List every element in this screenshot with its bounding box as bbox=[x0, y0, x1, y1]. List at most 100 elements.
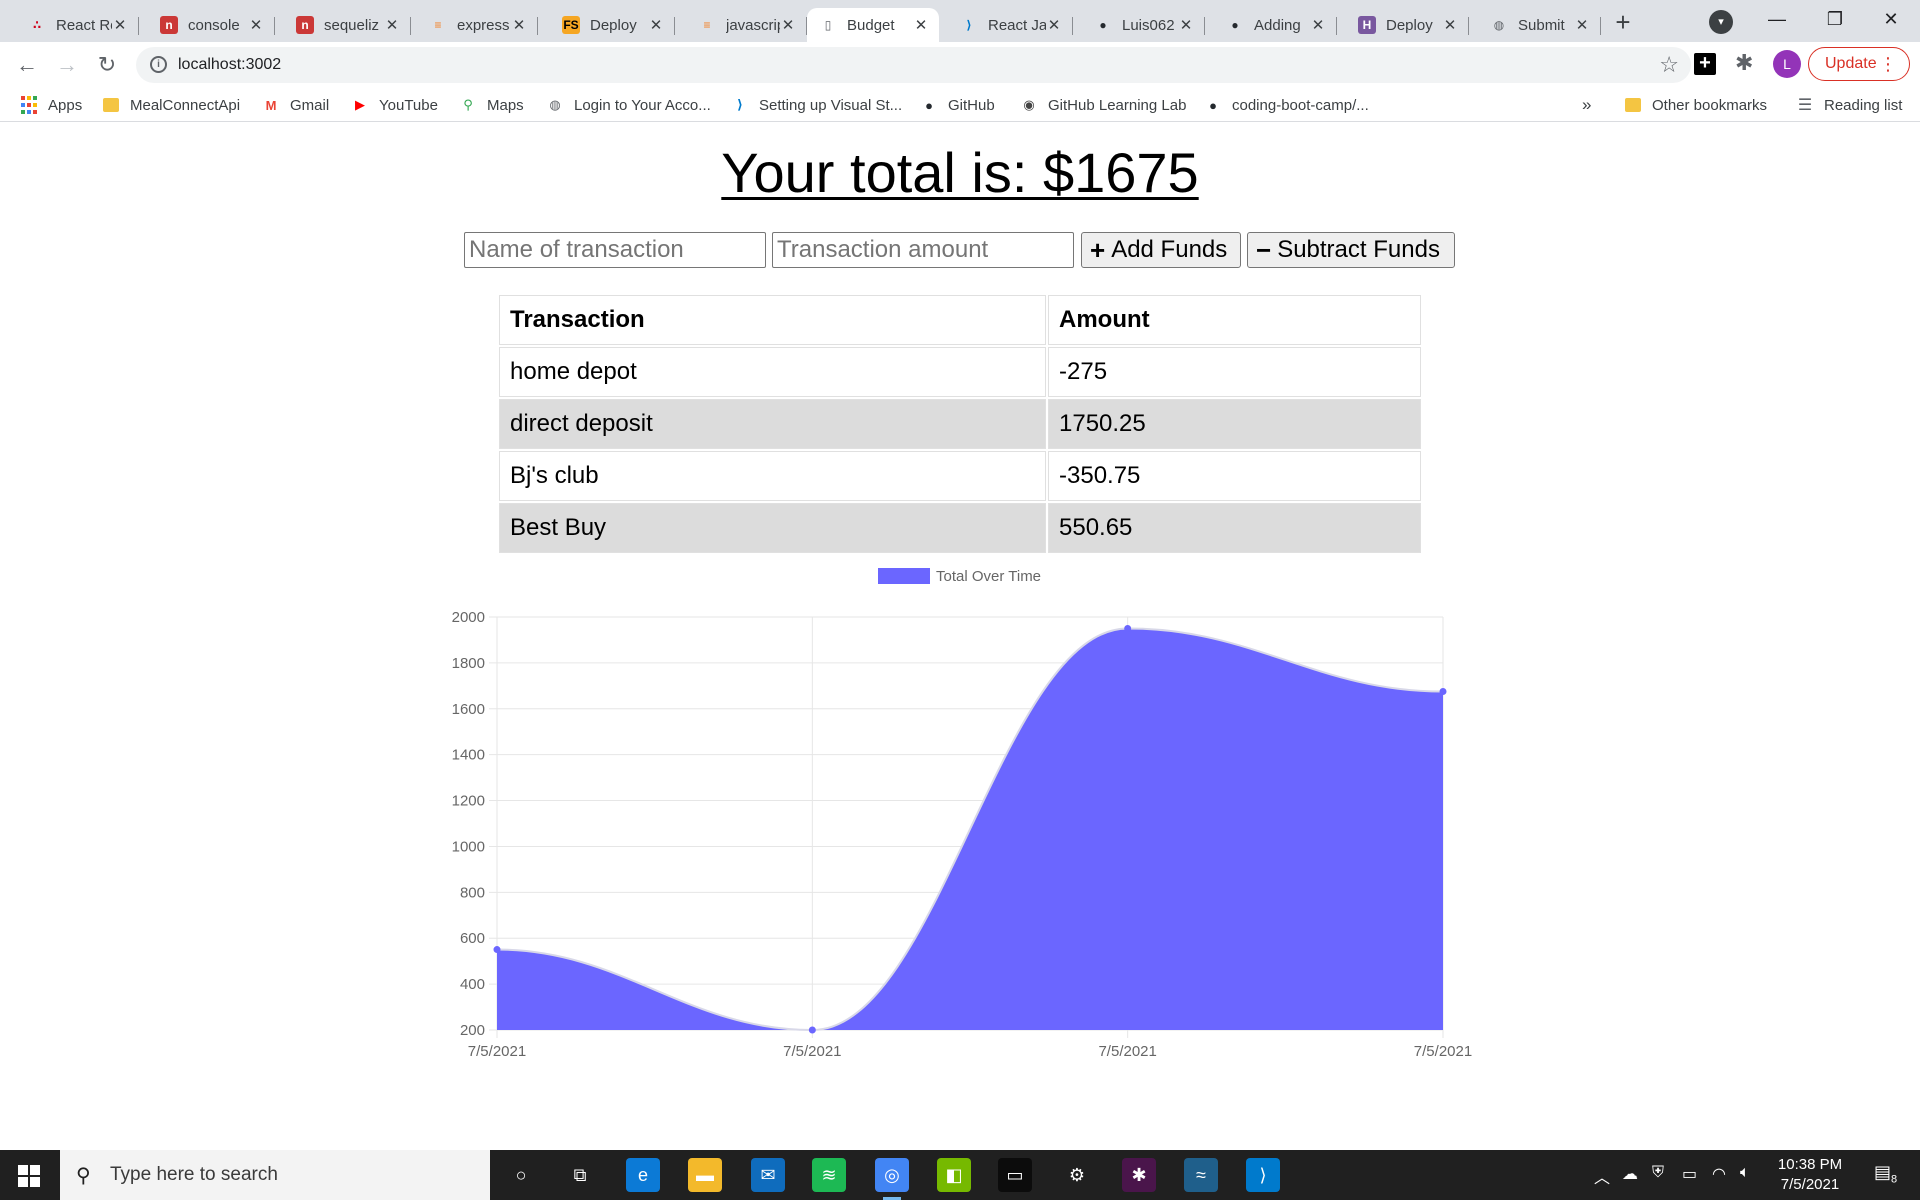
bookmark-item[interactable]: Apps bbox=[20, 88, 82, 122]
battery-icon[interactable]: ▭ bbox=[1682, 1164, 1697, 1184]
mysql-workbench-icon[interactable]: ≈ bbox=[1184, 1158, 1218, 1192]
tab-close-icon[interactable]: ✕ bbox=[648, 16, 664, 34]
tab-item[interactable]: ≡ express ✕ bbox=[417, 8, 538, 42]
tab-item[interactable]: n sequeliz ✕ bbox=[284, 8, 411, 42]
address-bar[interactable]: i localhost:3002 ☆ bbox=[136, 47, 1691, 83]
restore-icon[interactable]: ❐ bbox=[1806, 0, 1864, 38]
spotify-icon[interactable]: ≋ bbox=[812, 1158, 846, 1192]
tab-close-icon[interactable]: ✕ bbox=[1310, 16, 1326, 34]
nvidia-icon[interactable]: ◧ bbox=[937, 1158, 971, 1192]
bookmark-label: coding-boot-camp/... bbox=[1232, 96, 1369, 114]
y-tick-label: 400 bbox=[460, 976, 485, 993]
tab-item[interactable]: ∴ React Ro✕ bbox=[16, 8, 139, 42]
terminal-icon[interactable]: ▭ bbox=[998, 1158, 1032, 1192]
mail-icon[interactable]: ✉ bbox=[751, 1158, 785, 1192]
react-router-icon: ∴ bbox=[32, 18, 42, 32]
bookmark-item[interactable]: ◍ Login to Your Acco... bbox=[546, 88, 710, 122]
vscode-icon[interactable]: ⟩ bbox=[1246, 1158, 1280, 1192]
header-amount: Amount bbox=[1048, 295, 1421, 345]
forward-icon[interactable]: → bbox=[52, 50, 82, 80]
y-tick-label: 600 bbox=[460, 930, 485, 947]
legend-label: Total Over Time bbox=[936, 568, 1041, 585]
slack-icon[interactable]: ✱ bbox=[1122, 1158, 1156, 1192]
tab-close-icon[interactable]: ✕ bbox=[1046, 16, 1062, 34]
show-hidden-icons-icon[interactable]: ︿ bbox=[1594, 1164, 1610, 1188]
bookmark-other[interactable]: Other bookmarks bbox=[1624, 88, 1767, 122]
close-window-icon[interactable]: ✕ bbox=[1862, 0, 1920, 38]
bookmark-item[interactable]: ⟩ Setting up Visual St... bbox=[731, 88, 902, 122]
bookmark-item[interactable]: ⚲ Maps bbox=[459, 88, 523, 122]
search-icon: ⚲ bbox=[76, 1165, 91, 1187]
clock-date: 7/5/2021 bbox=[1780, 1176, 1840, 1193]
update-button[interactable]: Update ⋮ bbox=[1808, 47, 1910, 81]
extensions-puzzle-icon[interactable]: ✱ bbox=[1735, 50, 1753, 76]
bookmark-label: Setting up Visual St... bbox=[759, 96, 903, 114]
tab-close-icon[interactable]: ✕ bbox=[1574, 16, 1590, 34]
tab-item[interactable]: H Deploy ✕ bbox=[1346, 8, 1469, 42]
security-icon[interactable]: ⛨ bbox=[1652, 1164, 1664, 1182]
system-clock[interactable]: 10:38 PM 7/5/2021 bbox=[1760, 1155, 1860, 1195]
file-explorer-icon[interactable]: ▬ bbox=[688, 1158, 722, 1192]
tab-item[interactable]: n console ✕ bbox=[148, 8, 275, 42]
tab-search-icon[interactable]: ▾ bbox=[1709, 10, 1733, 34]
bookmark-item[interactable]: M Gmail bbox=[262, 88, 330, 122]
transaction-amount-cell: 1750.25 bbox=[1048, 399, 1421, 449]
tab-close-icon[interactable]: ✕ bbox=[384, 16, 400, 34]
task-view-icon[interactable]: ⧉ bbox=[563, 1158, 597, 1192]
back-icon[interactable]: ← bbox=[12, 50, 42, 80]
volume-icon[interactable]: 🔈︎ bbox=[1740, 1164, 1750, 1182]
more-bookmarks-icon[interactable]: » bbox=[1582, 88, 1591, 122]
youtube-icon: ▶ bbox=[355, 97, 365, 112]
windows-start-icon[interactable] bbox=[18, 1165, 40, 1187]
tab-strip: ∴React Ro✕ nconsole✕ nsequeliz✕≡express✕ FS… bbox=[0, 0, 1920, 42]
cortana-icon[interactable]: ○ bbox=[504, 1158, 538, 1192]
add-funds-button[interactable]: + Add Funds bbox=[1081, 232, 1241, 268]
tab-close-icon[interactable]: ✕ bbox=[780, 16, 796, 34]
tab-item[interactable]: ● Luis062 ✕ bbox=[1082, 8, 1205, 42]
tab-title: Budget bbox=[847, 16, 895, 34]
stackoverflow-icon: ≡ bbox=[434, 18, 442, 32]
bookmark-item[interactable]: ● coding-boot-camp/... bbox=[1204, 88, 1369, 122]
profile-avatar[interactable]: L bbox=[1773, 50, 1801, 78]
bookmark-item[interactable]: MealConnectApi bbox=[102, 88, 240, 122]
site-info-icon[interactable]: i bbox=[150, 56, 167, 73]
taskbar-search-box[interactable]: ⚲ Type here to search bbox=[60, 1150, 490, 1200]
tab-close-icon[interactable]: ✕ bbox=[1442, 16, 1458, 34]
tab-item[interactable]: ◍ Submit ✕ bbox=[1478, 8, 1601, 42]
bookmark-label: GitHub Learning Lab bbox=[1048, 96, 1187, 114]
edge-icon[interactable]: e bbox=[626, 1158, 660, 1192]
notification-center-icon[interactable]: ▤8 bbox=[1874, 1162, 1897, 1186]
transaction-amount-input[interactable] bbox=[772, 232, 1074, 268]
bookmark-item[interactable]: ◉ GitHub Learning Lab bbox=[1020, 88, 1186, 122]
tab-item[interactable]: FS Deploy ✕ bbox=[550, 8, 675, 42]
bookmark-item[interactable]: ● GitHub bbox=[920, 88, 995, 122]
extension-plus-icon[interactable]: + bbox=[1694, 53, 1716, 75]
reload-icon[interactable]: ↻ bbox=[92, 50, 122, 80]
transaction-name-cell: direct deposit bbox=[499, 399, 1046, 449]
tab-close-icon[interactable]: ✕ bbox=[248, 16, 264, 34]
bookmark-star-icon[interactable]: ☆ bbox=[1659, 47, 1679, 83]
reading-list-button[interactable]: ☰ Reading list bbox=[1796, 88, 1903, 122]
total-heading: Your total is: $1675 bbox=[0, 140, 1920, 205]
tab-separator bbox=[537, 17, 538, 35]
tab-close-icon[interactable]: ✕ bbox=[1178, 16, 1194, 34]
folder-icon bbox=[102, 96, 120, 114]
new-tab-button[interactable]: + bbox=[1609, 9, 1637, 37]
y-tick-label: 1200 bbox=[452, 793, 485, 810]
legend-swatch bbox=[878, 568, 930, 584]
transaction-name-input[interactable] bbox=[464, 232, 766, 268]
wifi-icon[interactable]: ◠ bbox=[1712, 1164, 1726, 1184]
onedrive-cloud-icon[interactable]: ☁ bbox=[1622, 1164, 1638, 1184]
tab-close-icon[interactable]: ✕ bbox=[511, 16, 527, 34]
subtract-funds-button[interactable]: − Subtract Funds bbox=[1247, 232, 1455, 268]
minimize-icon[interactable]: — bbox=[1748, 0, 1806, 38]
chrome-icon[interactable]: ◎ bbox=[875, 1158, 909, 1200]
settings-icon[interactable]: ⚙ bbox=[1060, 1158, 1094, 1192]
bookmark-item[interactable]: ▶ YouTube bbox=[351, 88, 438, 122]
tab-active[interactable]: ▯ Budget ✕ bbox=[807, 8, 939, 42]
tab-close-icon[interactable]: ✕ bbox=[913, 16, 929, 34]
tab-item[interactable]: ● Adding ✕ bbox=[1214, 8, 1337, 42]
tab-item[interactable]: ≡ javascrip ✕ bbox=[686, 8, 807, 42]
tab-item[interactable]: ⟩ React Ja ✕ bbox=[948, 8, 1073, 42]
tab-close-icon[interactable]: ✕ bbox=[112, 16, 128, 34]
